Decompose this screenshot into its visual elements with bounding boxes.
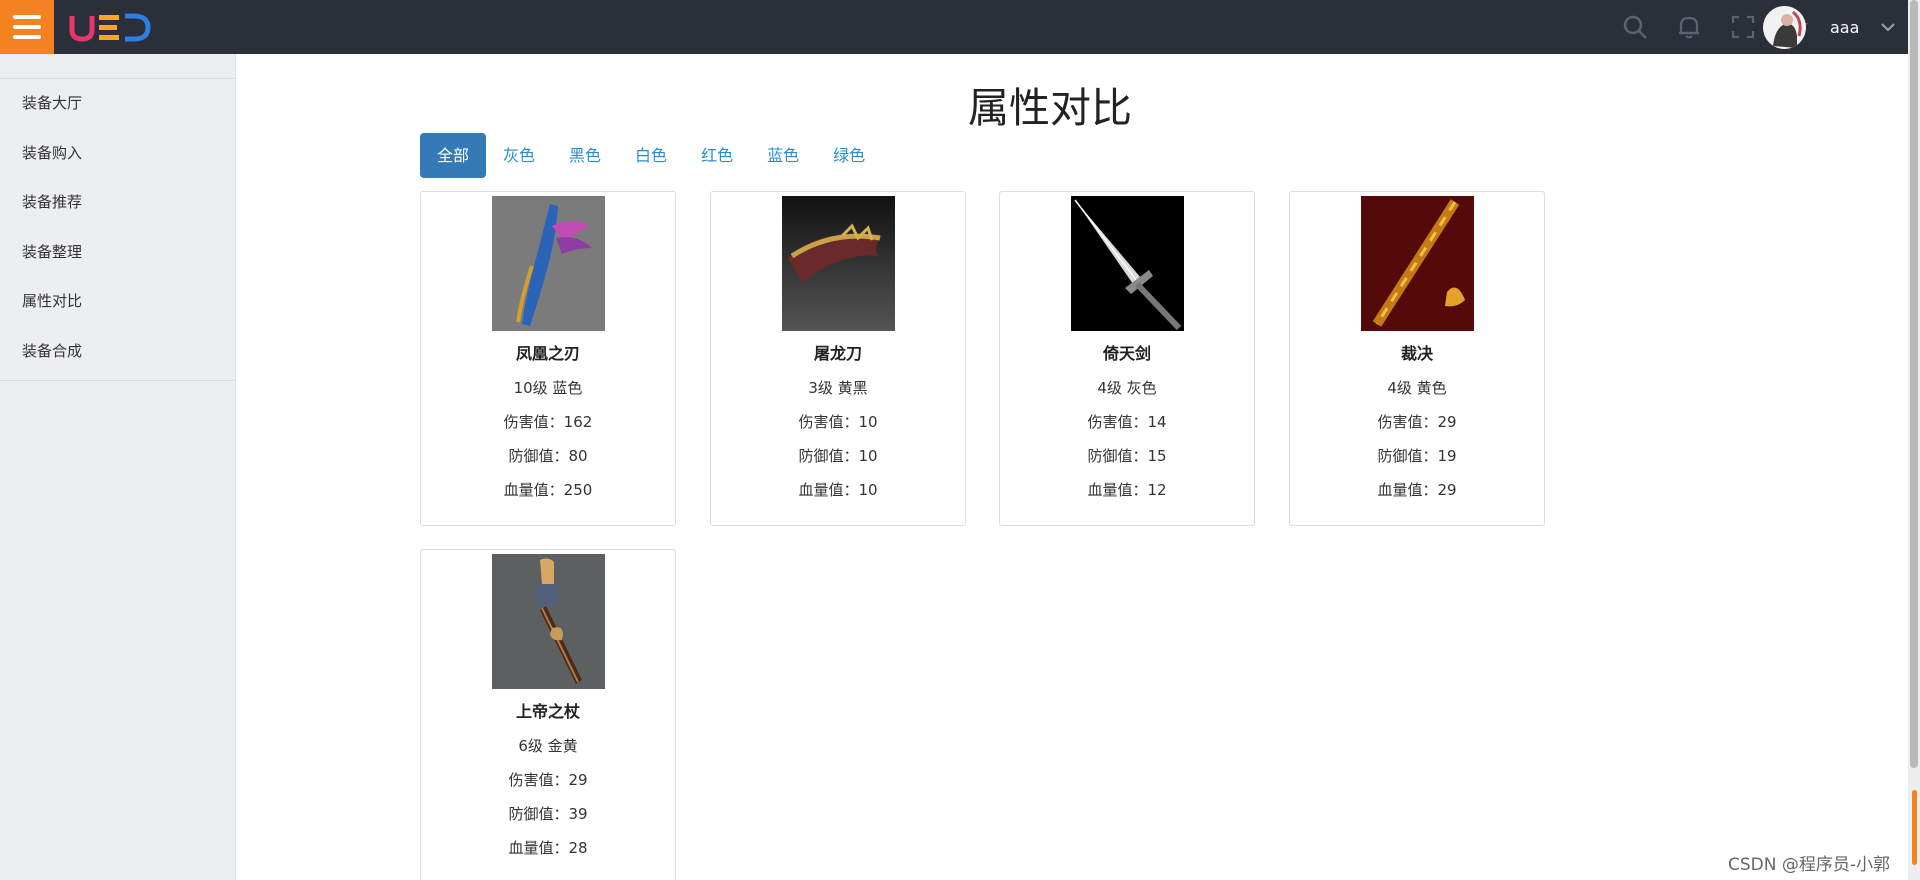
scrollbar-thumb[interactable] (1910, 0, 1918, 768)
avatar[interactable] (1763, 6, 1806, 49)
card-name: 裁决 (1400, 344, 1433, 363)
equipment-card[interactable]: 凤凰之刃 10级 蓝色 伤害值：162 防御值：80 血量值：250 (420, 191, 676, 526)
notifications-button[interactable] (1662, 0, 1716, 54)
filter-blue[interactable]: 蓝色 (750, 133, 816, 178)
logo (69, 13, 151, 42)
filter-red[interactable]: 红色 (684, 133, 750, 178)
card-hp: 血量值：29 (1377, 481, 1457, 499)
sidebar-item-equipment-organize[interactable]: 装备整理 (0, 228, 235, 278)
card-hp: 血量值：10 (798, 481, 878, 499)
hamburger-line (13, 25, 41, 29)
card-damage: 伤害值：14 (1087, 413, 1167, 431)
card-damage: 伤害值：162 (503, 413, 593, 431)
filter-white[interactable]: 白色 (618, 133, 684, 178)
card-damage: 伤害值：10 (798, 413, 878, 431)
chevron-down-icon[interactable] (1880, 21, 1896, 33)
card-level: 6级 金黄 (518, 737, 578, 755)
filter-all[interactable]: 全部 (420, 133, 487, 178)
sidebar-item-equipment-hall[interactable]: 装备大厅 (0, 79, 235, 129)
equipment-card[interactable]: 上帝之杖 6级 金黄 伤害值：29 防御值：39 血量值：28 (420, 549, 676, 880)
card-hp: 血量值：12 (1087, 481, 1167, 499)
page-title: 属性对比 (968, 84, 1132, 132)
sidebar-item-equipment-recommend[interactable]: 装备推荐 (0, 178, 235, 228)
equipment-card[interactable]: 屠龙刀 3级 黄黑 伤害值：10 防御值：10 血量值：10 (710, 191, 966, 526)
card-hp: 血量值：250 (503, 481, 593, 499)
bell-icon (1679, 16, 1699, 39)
hamburger-line (13, 15, 41, 19)
vertical-scrollbar[interactable] (1908, 0, 1920, 880)
equipment-card[interactable]: 倚天剑 4级 灰色 伤害值：14 防御值：15 血量值：12 (999, 191, 1255, 526)
god-staff-image (491, 554, 605, 689)
filter-black[interactable]: 黑色 (552, 133, 618, 178)
card-name: 上帝之杖 (515, 702, 580, 721)
main-content: 属性对比 全部 灰色 黑色 白色 红色 蓝色 绿色 凤凰之刃 10级 蓝色 伤害… (237, 54, 1908, 880)
sidebar-menu: 装备大厅 装备购入 装备推荐 装备整理 属性对比 装备合成 (0, 78, 235, 381)
scroll-position-indicator (1912, 790, 1917, 865)
verdict-weapon-image (1360, 196, 1474, 331)
filter-green[interactable]: 绿色 (816, 133, 882, 178)
top-bar: aaa (0, 0, 1920, 54)
card-level: 3级 黄黑 (808, 379, 868, 397)
avatar-image (1763, 6, 1806, 49)
card-defense: 防御值：15 (1087, 447, 1167, 465)
fullscreen-button[interactable] (1716, 0, 1770, 54)
card-name: 凤凰之刃 (515, 344, 580, 363)
watermark: CSDN @程序员-小郭 (1728, 855, 1891, 875)
username[interactable]: aaa (1830, 18, 1859, 37)
heaven-sword-image (1070, 196, 1184, 331)
card-defense: 防御值：10 (798, 447, 878, 465)
fullscreen-icon (1731, 15, 1755, 39)
card-level: 4级 黄色 (1387, 379, 1447, 397)
dragon-slayer-blade-image (781, 196, 895, 331)
sidebar-item-equipment-purchase[interactable]: 装备购入 (0, 129, 235, 179)
hamburger-line (13, 35, 41, 39)
card-name: 倚天剑 (1102, 344, 1151, 363)
filter-gray[interactable]: 灰色 (486, 133, 552, 178)
sidebar: 装备大厅 装备购入 装备推荐 装备整理 属性对比 装备合成 (0, 54, 236, 880)
menu-toggle-button[interactable] (0, 0, 54, 54)
card-damage: 伤害值：29 (1377, 413, 1457, 431)
card-name: 屠龙刀 (813, 344, 862, 363)
equipment-card[interactable]: 裁决 4级 黄色 伤害值：29 防御值：19 血量值：29 (1289, 191, 1545, 526)
sidebar-item-equipment-synthesis[interactable]: 装备合成 (0, 327, 235, 377)
search-icon (1623, 15, 1647, 39)
phoenix-blade-image (491, 196, 605, 331)
card-defense: 防御值：19 (1377, 447, 1457, 465)
color-filter-tabs: 全部 灰色 黑色 白色 红色 蓝色 绿色 (420, 133, 882, 178)
card-defense: 防御值：39 (508, 805, 588, 823)
card-defense: 防御值：80 (508, 447, 588, 465)
card-hp: 血量值：28 (508, 839, 588, 857)
card-damage: 伤害值：29 (508, 771, 588, 789)
sidebar-item-attribute-compare[interactable]: 属性对比 (0, 277, 235, 327)
search-button[interactable] (1608, 0, 1662, 54)
card-level: 10级 蓝色 (513, 379, 583, 397)
card-level: 4级 灰色 (1097, 379, 1157, 397)
